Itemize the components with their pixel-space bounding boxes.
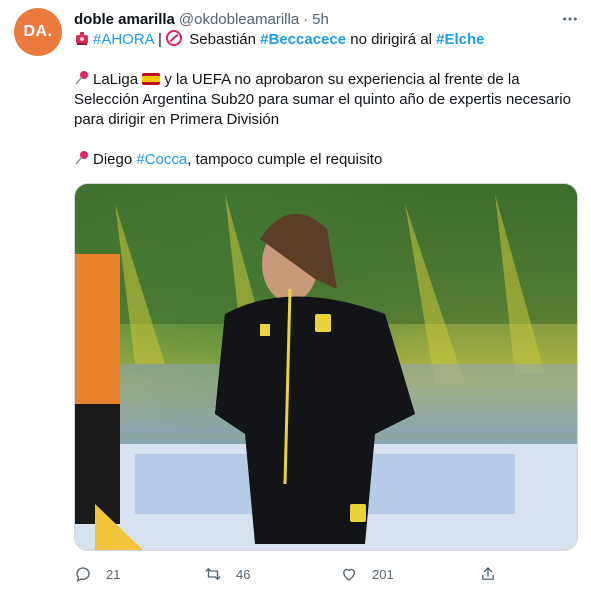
more-options-icon[interactable] [558,8,582,30]
laliga-text: LaLiga [93,71,139,88]
hashtag-elche[interactable]: #Elche [436,31,484,48]
tweet-text-paragraph-3: Diego #Cocca, tampoco cumple el requisit… [74,150,584,170]
tweet[interactable]: DA. doble amarilla @okdobleamarilla · 5h… [0,0,591,597]
author-display-name[interactable]: doble amarilla [74,11,175,28]
avatar-text: DA. [23,23,53,40]
retweet-button[interactable]: 46 [204,562,250,586]
avatar[interactable]: DA. [14,8,62,56]
retweet-icon [205,568,221,580]
hashtag-cocca[interactable]: #Cocca [136,151,187,168]
tweet-header: doble amarilla @okdobleamarilla · 5h [74,9,329,29]
tweet-text-paragraph-2: LaLiga y la UEFA no aprobaron su experie… [74,70,584,130]
share-icon [482,567,494,580]
text-separator: | [153,31,167,48]
tweet-actions: 21 46 201 [74,562,514,586]
siren-emoji-icon [74,30,90,46]
pushpin-emoji-icon [74,70,90,86]
heart-icon [343,568,355,581]
text-segment: no dirigirá al [346,31,437,48]
reply-button[interactable]: 21 [74,562,120,586]
header-separator: · [303,10,309,28]
text-segment: Sebastián [185,31,261,48]
photo-illustration [75,184,577,550]
author-handle[interactable]: @okdobleamarilla [179,11,299,28]
tweet-timestamp[interactable]: 5h [312,11,329,28]
paragraph-text: , tampoco cumple el requisito [187,151,383,168]
like-button[interactable]: 201 [340,562,394,586]
no-entry-emoji-icon [166,30,183,46]
reply-count: 21 [106,566,121,582]
share-button[interactable] [479,562,497,586]
diego-text: Diego [93,151,137,168]
hashtag-ahora[interactable]: #AHORA [93,31,154,48]
hashtag-beccacece[interactable]: #Beccacece [260,31,346,48]
tweet-photo[interactable] [74,183,578,551]
like-count: 201 [372,566,394,582]
pushpin-emoji-icon [74,150,90,166]
spain-flag-emoji-icon [142,73,161,85]
reply-icon [76,567,90,583]
tweet-text-line1: #AHORA | Sebastián #Beccacece no dirigir… [74,30,584,50]
retweet-count: 46 [236,566,251,582]
